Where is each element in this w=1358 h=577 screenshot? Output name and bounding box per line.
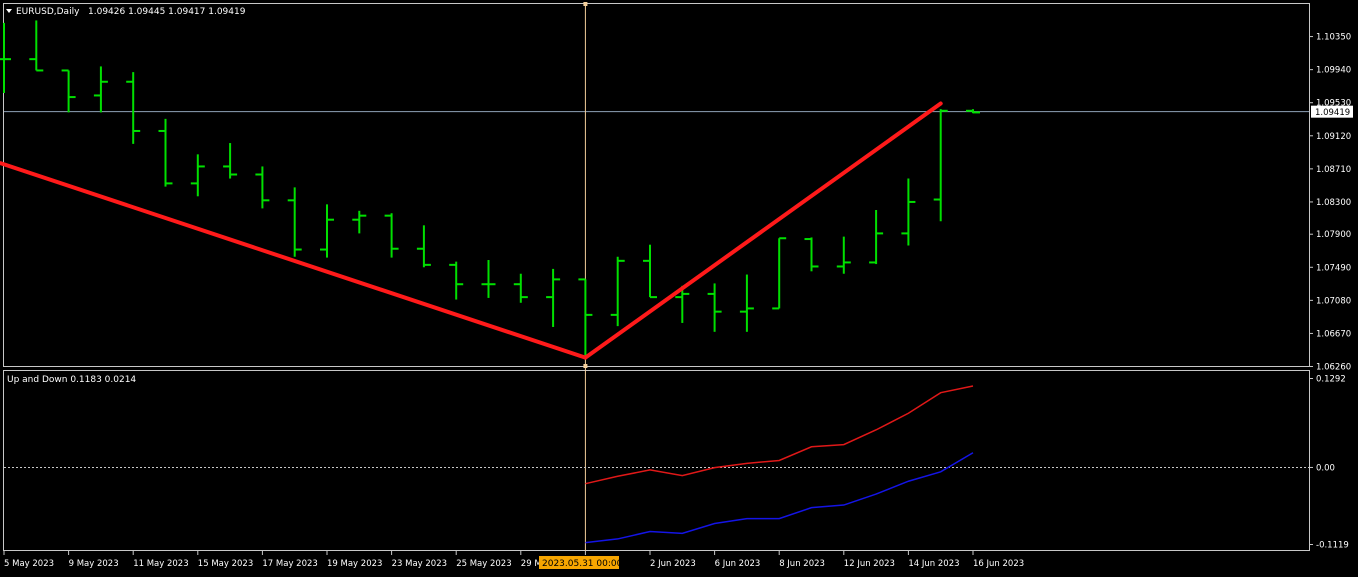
time-axis-label: 17 May 2023	[262, 559, 317, 569]
time-axis-label: 15 May 2023	[198, 559, 253, 569]
ohlc-bar	[707, 283, 722, 332]
ohlc-bar	[352, 210, 367, 234]
chart-canvas[interactable]: 1.103501.099401.095301.091201.087101.083…	[0, 0, 1358, 573]
price-axis-label: 1.09940	[1316, 66, 1351, 76]
indicator-lines	[585, 385, 974, 544]
time-axis-label: 23 May 2023	[392, 559, 447, 569]
trendline-2	[583, 101, 943, 360]
time-axis-label: 5 May 2023	[4, 559, 54, 569]
ohlc-bar	[546, 268, 561, 327]
ohlc-bar	[190, 154, 205, 197]
crosshair-handle-bottom	[583, 364, 588, 368]
time-axis-label: 16 Jun 2023	[973, 559, 1024, 569]
indicator-label: Up and Down 0.1183 0.0214	[7, 375, 136, 385]
ohlc-bar	[449, 261, 464, 300]
trendlines[interactable]	[0, 101, 943, 360]
time-axis-label: 9 May 2023	[69, 559, 119, 569]
ohlc-bar	[287, 187, 302, 257]
trading-chart[interactable]: 1.10350 1.09940 1.09530 1.09120 1.08710 1.083…	[0, 0, 1358, 573]
ohlc-label: 1.09426 1.09445 1.09417 1.09419	[88, 7, 246, 17]
indicator-series-line-2	[585, 452, 974, 544]
ohlc-bar	[804, 237, 819, 272]
ohlc-bar	[836, 236, 851, 274]
time-axis-label: 14 Jun 2023	[908, 559, 959, 569]
time-axis-label: 19 May 2023	[327, 559, 382, 569]
ohlc-bar	[0, 22, 11, 94]
ohlc-bar	[416, 225, 431, 268]
indicator-series-line-1	[585, 385, 974, 485]
time-axis-label: 6 Jun 2023	[715, 559, 761, 569]
ohlc-bar	[93, 66, 108, 113]
ohlc-bars	[0, 20, 980, 360]
price-axis-label: 1.08300	[1316, 198, 1351, 208]
ohlc-bar	[29, 20, 44, 72]
ohlc-bar	[869, 210, 884, 265]
time-axis-label: 8 Jun 2023	[779, 559, 825, 569]
ohlc-bar	[772, 237, 787, 310]
ohlc-bar	[739, 274, 754, 332]
menu-triangle-icon[interactable]	[6, 9, 12, 13]
ohlc-bar	[610, 256, 625, 327]
ohlc-bar	[481, 260, 496, 298]
time-axis-label: 2 Jun 2023	[650, 559, 696, 569]
time-axis-label: 25 May 2023	[456, 559, 511, 569]
ohlc-bar	[61, 69, 76, 113]
ohlc-bar	[158, 118, 173, 187]
ohlc-bar	[933, 109, 948, 222]
price-axis-label: 1.09120	[1316, 132, 1351, 142]
price-axis-label: 1.10350	[1316, 33, 1351, 43]
symbol-label: EURUSD,Daily	[16, 7, 80, 17]
ohlc-bar	[643, 244, 657, 299]
price-axis-label: 1.06670	[1316, 329, 1351, 339]
indicator-axis-label: 0.1292	[1316, 375, 1346, 385]
trendline-1	[0, 161, 588, 360]
price-axis-label: 1.06260	[1316, 363, 1351, 373]
price-axis-label: 1.07080	[1316, 296, 1351, 306]
price-panel-frame	[3, 3, 1310, 367]
price-axis-label: 1.07900	[1316, 230, 1351, 240]
time-axis-label: 12 Jun 2023	[844, 559, 895, 569]
indicator-panel-frame	[3, 370, 1310, 551]
ohlc-bar	[126, 72, 141, 144]
ohlc-bar	[223, 143, 238, 179]
ohlc-bar	[901, 178, 916, 246]
ohlc-bar	[578, 278, 593, 360]
ohlc-bar	[320, 204, 334, 258]
crosshair-date-badge: 2023.05.31 00:00	[539, 556, 623, 569]
time-axis-label: 11 May 2023	[133, 559, 188, 569]
crosshair-date-label: 2023.05.31 00:00	[542, 559, 623, 569]
ohlc-bar	[384, 213, 399, 258]
ohlc-bar	[255, 166, 270, 209]
indicator-axis-label: 0.00	[1316, 463, 1335, 473]
price-axis-label: 1.07490	[1316, 263, 1351, 273]
crosshair-handle-top	[583, 2, 588, 6]
price-axis-label: 1.08710	[1316, 165, 1351, 175]
current-price-label: 1.09419	[1315, 108, 1350, 118]
ohlc-bar	[513, 273, 528, 303]
indicator-axis-label: -0.1119	[1316, 541, 1349, 551]
